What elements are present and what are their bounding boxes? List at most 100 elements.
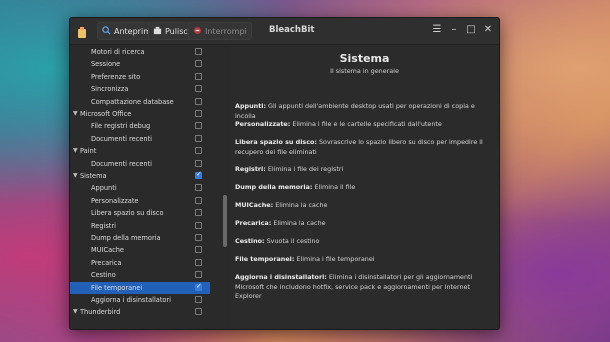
stop-icon	[193, 26, 202, 37]
tree-row[interactable]: ▼ Microsoft Office	[70, 108, 210, 120]
tree-row-checkbox[interactable]	[195, 196, 202, 204]
tree-row-label: Sessione	[91, 60, 121, 69]
tree-row-checkbox[interactable]	[195, 134, 202, 142]
tree-row-label: Personalizzate	[91, 196, 139, 205]
tree-row-checkbox[interactable]	[195, 221, 202, 229]
tree-row[interactable]: File registri debug	[70, 120, 210, 132]
detail-item: Libera spazio su disco: Sovrascrive lo s…	[235, 138, 495, 157]
tree-row-checkbox[interactable]	[195, 85, 202, 93]
tree-row-label: Precarica	[91, 258, 122, 267]
detail-item: MUICache: Elimina la cache	[235, 201, 495, 211]
clean-label: Pulisci	[165, 26, 190, 36]
tree-row-checkbox[interactable]	[195, 159, 202, 167]
stop-label: Interrompi	[205, 26, 247, 36]
detail-item-name: File temporanei:	[235, 255, 295, 263]
bleachbit-window: Anteprima Pulisci Interrompi BleachBit ☰…	[69, 17, 500, 330]
tree-row[interactable]: Registri	[70, 220, 210, 232]
detail-item-desc: Elimina i file e le cartelle specificati…	[290, 120, 442, 128]
tree-row[interactable]: Aggiorna i disinstallatori	[70, 294, 210, 306]
tree-row-checkbox[interactable]	[195, 122, 202, 130]
tree-row-checkbox[interactable]	[195, 209, 202, 217]
detail-item-name: Appunti:	[235, 102, 266, 110]
tree-row[interactable]: ▼ Thunderbird	[70, 306, 210, 318]
detail-item: Appunti: Gli appunti dell'ambiente deskt…	[235, 102, 495, 121]
expander-icon[interactable]: ▼	[73, 147, 78, 154]
detail-item-desc: Elimina la cache	[271, 219, 326, 227]
tree-row-label: Thunderbird	[80, 308, 121, 317]
tree-row[interactable]: Personalizzate	[70, 195, 210, 207]
tree-row-checkbox[interactable]	[195, 97, 202, 105]
tree-row-label: File registri debug	[91, 122, 151, 131]
expander-icon[interactable]: ▼	[73, 110, 78, 117]
tree-row-label: Appunti	[91, 184, 117, 193]
tree-row[interactable]: Precarica	[70, 257, 210, 269]
detail-item-desc: Elimina i file dei registri	[265, 165, 344, 173]
tree-row-checkbox[interactable]	[195, 60, 202, 68]
tree-row[interactable]: Documenti recenti	[70, 133, 210, 145]
tree-row-label: Documenti recenti	[91, 134, 152, 143]
detail-item: Personalizzate: Elimina i file e le cart…	[235, 120, 495, 130]
detail-item-desc: Elimina i file temporanei	[294, 255, 375, 263]
tree-row-label: Registri	[91, 221, 116, 230]
expander-icon[interactable]: ▼	[73, 172, 78, 179]
tree-row[interactable]: Motori di ricerca	[70, 46, 210, 58]
detail-item: Precarica: Elimina la cache	[235, 219, 495, 229]
detail-item-desc: Elimina il file	[312, 183, 356, 191]
tree-row-checkbox[interactable]	[195, 246, 202, 254]
tree-row[interactable]: Libera spazio su disco	[70, 207, 210, 219]
tree-row[interactable]: MUICache	[70, 244, 210, 256]
detail-item: Aggiorna i disinstallatori: Elimina i di…	[235, 273, 495, 302]
tree-row[interactable]: ▼ Sistema	[70, 170, 210, 182]
detail-item-name: Libera spazio su disco:	[235, 138, 317, 146]
tree-row-checkbox[interactable]	[195, 48, 202, 55]
tree-row[interactable]: Compattazione database	[70, 96, 210, 108]
tree-row-label: Cestino	[91, 271, 116, 280]
tree-scrollbar[interactable]	[220, 45, 230, 329]
minimize-icon[interactable]: –	[447, 24, 461, 36]
stop-button[interactable]: Interrompi	[188, 22, 252, 40]
tree-row-label: Preferenze sito	[91, 72, 141, 81]
tree-row-label: Sistema	[80, 172, 107, 180]
tree-row[interactable]: Sessione	[70, 58, 210, 70]
preview-icon	[102, 25, 111, 37]
tree-row-checkbox[interactable]	[195, 110, 202, 117]
tree-row[interactable]: Appunti	[70, 182, 210, 194]
scrollbar-thumb[interactable]	[223, 195, 227, 247]
tree-row-checkbox[interactable]	[195, 234, 202, 241]
detail-item-desc: Gli appunti dell'ambiente desktop usati …	[235, 102, 475, 120]
tree-row[interactable]: Dump della memoria	[70, 232, 210, 244]
tree-row-checkbox[interactable]	[195, 170, 202, 179]
tree-row-checkbox[interactable]	[195, 184, 202, 192]
detail-item: Cestino: Svuota il cestino	[235, 237, 495, 247]
detail-item-name: Registri:	[235, 165, 266, 173]
tree-row-label: File temporanei	[91, 283, 143, 292]
tree-row[interactable]: Sincronizza	[70, 83, 210, 95]
tree-row[interactable]: Documenti recenti	[70, 158, 210, 170]
tree-row-checkbox[interactable]	[195, 296, 202, 303]
tree-row-label: Sincronizza	[91, 85, 129, 94]
tree-row[interactable]: ▼ Paint	[70, 145, 210, 157]
tree-row[interactable]: Preferenze sito	[70, 71, 210, 83]
detail-item-desc: Elimina la cache	[273, 201, 328, 209]
tree-row-label: Paint	[80, 147, 97, 156]
tree-row-checkbox[interactable]	[195, 308, 202, 316]
tree-row-label: Microsoft Office	[80, 110, 132, 118]
tree-row-label: Dump della memoria	[91, 234, 161, 242]
tree-row-checkbox[interactable]	[195, 72, 202, 80]
tree-row-checkbox[interactable]	[195, 282, 202, 291]
menu-icon[interactable]: ☰	[430, 24, 444, 36]
tree-row[interactable]: File temporanei	[70, 281, 210, 294]
expander-icon[interactable]: ▼	[73, 308, 78, 315]
tree-row-checkbox[interactable]	[195, 271, 202, 279]
detail-item-name: Cestino:	[235, 237, 265, 245]
close-icon[interactable]: ✕	[481, 24, 495, 36]
detail-subtitle: Il sistema in generale	[330, 67, 399, 75]
tree-row[interactable]: Cestino	[70, 269, 210, 281]
tree-row-checkbox[interactable]	[195, 147, 202, 155]
tree-row-label: Aggiorna i disinstallatori	[91, 296, 171, 304]
detail-title: Sistema	[339, 52, 390, 65]
tree-row-label: Documenti recenti	[91, 159, 152, 168]
maximize-icon[interactable]: □	[464, 24, 478, 36]
app-logo-icon	[76, 24, 88, 38]
tree-row-checkbox[interactable]	[195, 258, 202, 266]
